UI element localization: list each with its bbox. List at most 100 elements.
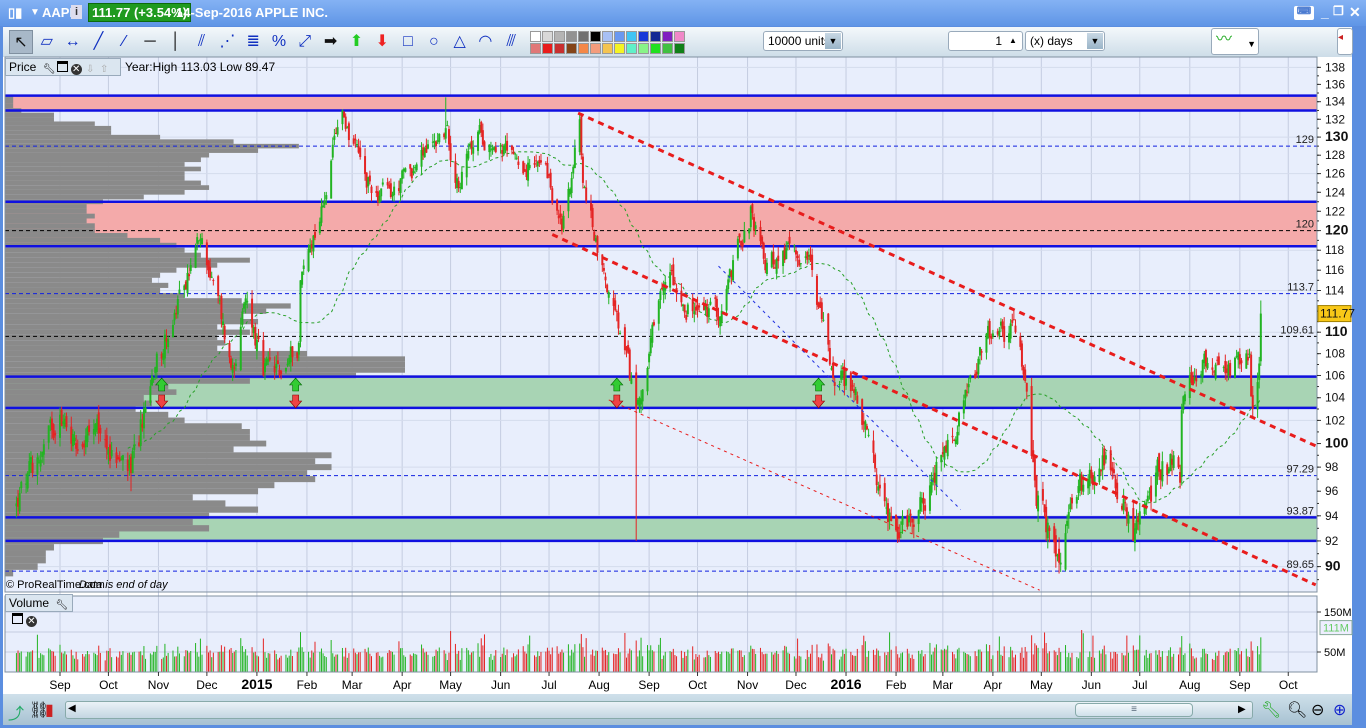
x-tick-label: Jul bbox=[1132, 678, 1147, 692]
scrollbar-thumb[interactable]: ≡ bbox=[1075, 703, 1193, 717]
candle-body bbox=[957, 412, 960, 427]
x-tick-label: Aug bbox=[1179, 678, 1200, 692]
candle-body bbox=[1183, 394, 1186, 402]
volume-profile-bar bbox=[5, 237, 161, 243]
candle-body bbox=[302, 265, 305, 270]
candle-body bbox=[42, 444, 45, 455]
candle-body bbox=[693, 311, 696, 315]
candle-body bbox=[343, 111, 346, 117]
x-tick-label: Dec bbox=[196, 678, 217, 692]
x-tick-label: Apr bbox=[984, 678, 1003, 692]
last-price-label: 111.77 bbox=[1320, 307, 1355, 321]
volume-profile-bar bbox=[5, 563, 38, 570]
move-down-icon[interactable]: ⇩ bbox=[85, 64, 96, 75]
maximize-icon[interactable] bbox=[12, 613, 23, 624]
candle-body bbox=[1024, 369, 1027, 382]
candle-body bbox=[325, 195, 328, 200]
candle-body bbox=[977, 358, 980, 375]
candle-body bbox=[301, 271, 304, 285]
y-tick-label: 110 bbox=[1325, 323, 1348, 339]
candle-body bbox=[930, 481, 933, 493]
candle-body bbox=[533, 163, 536, 165]
zoom-fit-icon[interactable]: 🔍︎ bbox=[1287, 700, 1307, 720]
volume-profile-bar bbox=[5, 308, 267, 314]
volume-profile-bar bbox=[5, 185, 210, 190]
candle-body bbox=[651, 324, 654, 343]
candle-body bbox=[591, 207, 594, 228]
candle-body bbox=[276, 360, 279, 365]
candle-body bbox=[1030, 386, 1033, 456]
candle-body bbox=[535, 160, 538, 162]
candle-body bbox=[133, 444, 136, 450]
candle-body bbox=[652, 322, 655, 326]
export-icon[interactable]: ⤴ bbox=[8, 700, 24, 724]
candle-body bbox=[890, 516, 893, 521]
volume-profile-bar bbox=[5, 262, 218, 268]
candle-body bbox=[1256, 382, 1259, 410]
candle-body bbox=[444, 128, 447, 139]
candle-body bbox=[964, 389, 967, 399]
x-tick-label: Apr bbox=[393, 678, 412, 692]
chart-settings-icon[interactable]: 🔧︎ bbox=[1261, 700, 1281, 720]
candle-body bbox=[18, 493, 21, 512]
candle-body bbox=[399, 178, 402, 193]
candle-body bbox=[935, 461, 938, 486]
price-chart[interactable]: 129 120 113.7 109.61 97.29 93.87 89.65 90 92 94 96… bbox=[0, 0, 1366, 728]
y-tick-label: 90 bbox=[1325, 558, 1341, 574]
candle-body bbox=[515, 157, 518, 159]
volume-profile-bar bbox=[5, 125, 112, 131]
volume-profile-bar bbox=[5, 162, 185, 167]
chart-type-icon[interactable]: ▮ bbox=[45, 700, 54, 720]
candle-body bbox=[1025, 382, 1028, 392]
x-tick-label: Mar bbox=[342, 678, 363, 692]
maximize-icon[interactable] bbox=[56, 61, 68, 72]
candle-body bbox=[874, 454, 877, 469]
zoom-out-icon[interactable]: ⊖ bbox=[1311, 700, 1324, 720]
candle-body bbox=[189, 264, 192, 271]
x-tick-label: Dec bbox=[785, 678, 806, 692]
candle-body bbox=[1158, 453, 1161, 472]
candle-body bbox=[318, 221, 321, 234]
volume-profile-bar bbox=[5, 218, 87, 224]
candle-body bbox=[1058, 548, 1061, 563]
candle-body bbox=[556, 199, 559, 211]
candle-body bbox=[796, 255, 799, 259]
volume-profile-bar bbox=[5, 531, 120, 538]
candle-body bbox=[73, 437, 76, 442]
candle-body bbox=[144, 407, 147, 413]
wrench-icon[interactable]: 🔧︎ bbox=[55, 600, 68, 611]
candle-body bbox=[602, 267, 605, 271]
candle-body bbox=[614, 300, 617, 311]
volume-profile-bar bbox=[5, 506, 259, 513]
candle-body bbox=[36, 457, 39, 475]
candle-body bbox=[220, 295, 223, 320]
wrench-icon[interactable]: 🔧︎ bbox=[43, 64, 56, 75]
candle-body bbox=[1012, 319, 1015, 321]
candle-body bbox=[922, 497, 925, 504]
volume-profile-bar bbox=[5, 544, 54, 551]
candle-body bbox=[951, 435, 954, 438]
close-icon[interactable]: ✕ bbox=[26, 616, 37, 627]
y-tick-label: 114 bbox=[1325, 283, 1344, 297]
candle-body bbox=[393, 186, 396, 196]
y-tick-label: 120 bbox=[1325, 222, 1349, 238]
candle-body bbox=[991, 333, 994, 337]
move-up-icon[interactable]: ⇧ bbox=[99, 64, 110, 75]
close-icon[interactable]: ✕ bbox=[70, 64, 82, 75]
y-tick-label: 94 bbox=[1325, 509, 1339, 523]
candle-body bbox=[194, 247, 197, 268]
x-tick-label: Oct bbox=[1279, 678, 1298, 692]
candle-body bbox=[1259, 313, 1262, 362]
candle-body bbox=[585, 187, 588, 201]
volume-profile-bar bbox=[5, 204, 87, 209]
candle-body bbox=[1109, 450, 1112, 471]
candle-body bbox=[323, 200, 326, 205]
candle-body bbox=[60, 409, 63, 427]
candle-body bbox=[401, 170, 404, 180]
candle-body bbox=[669, 272, 672, 288]
candle-body bbox=[1250, 354, 1253, 397]
scroll-left-icon[interactable]: ◀ bbox=[68, 703, 76, 714]
zoom-in-icon[interactable]: ⊕ bbox=[1333, 700, 1346, 720]
scroll-right-icon[interactable]: ▶ bbox=[1238, 704, 1246, 715]
candle-body bbox=[121, 455, 124, 461]
